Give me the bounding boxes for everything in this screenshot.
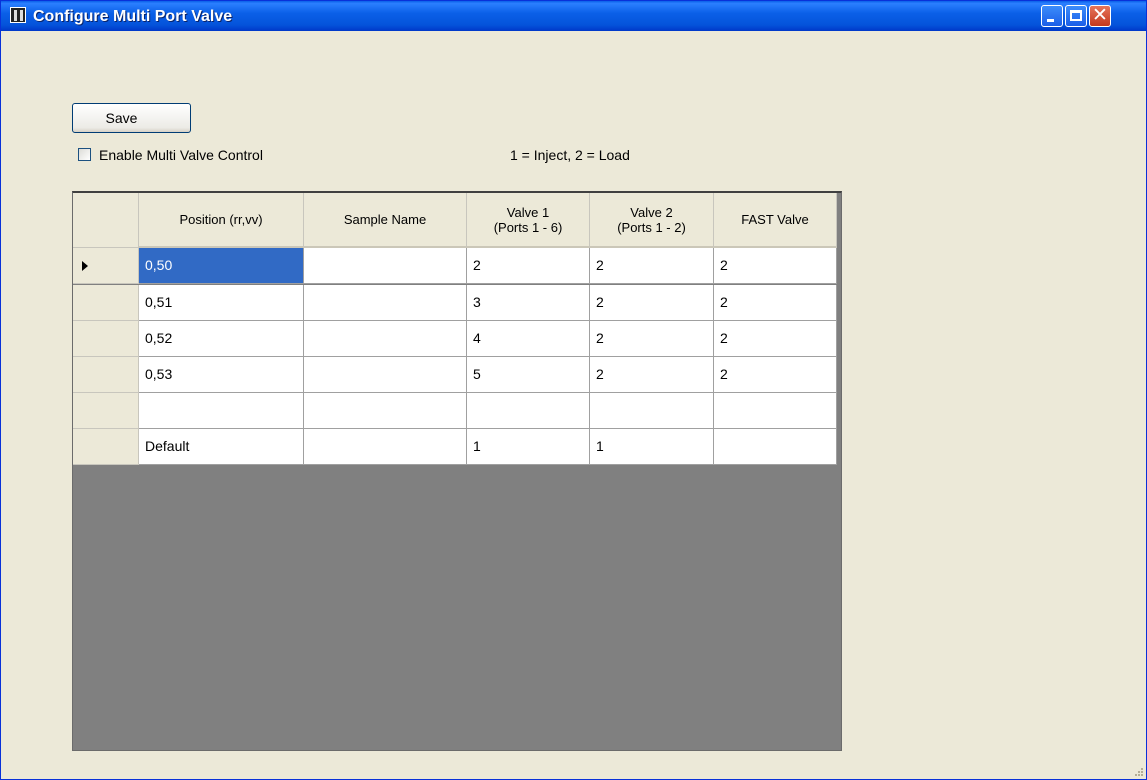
grid-cell-fast-valve[interactable] — [714, 393, 837, 429]
grid-cell-fast-valve[interactable]: 2 — [714, 357, 837, 393]
window-title: Configure Multi Port Valve — [33, 8, 233, 25]
row-header[interactable] — [73, 393, 139, 429]
column-header-label: FAST Valve — [741, 212, 809, 227]
row-header[interactable] — [73, 248, 139, 284]
column-header-label: Valve 1 — [506, 204, 550, 220]
valve-legend: 1 = Inject, 2 = Load — [510, 147, 630, 163]
grid-cell-position[interactable]: 0,50 — [139, 248, 304, 284]
maximize-button[interactable] — [1065, 5, 1087, 27]
row-header[interactable] — [73, 285, 139, 321]
grid-cell-position[interactable]: Default — [139, 429, 304, 465]
grid-cell-fast-valve[interactable] — [714, 429, 837, 465]
grid-cell-valve-1[interactable]: 4 — [467, 321, 590, 357]
grid-cell-sample-name[interactable] — [304, 248, 467, 284]
resize-grip[interactable] — [1133, 766, 1143, 776]
enable-multi-valve-label[interactable]: Enable Multi Valve Control — [99, 147, 263, 163]
column-header-label: Position (rr,vv) — [179, 212, 263, 227]
current-row-arrow-icon — [82, 261, 88, 271]
close-icon: ✕ — [1092, 4, 1108, 26]
row-header[interactable] — [73, 429, 139, 465]
main-window: Configure Multi Port Valve ✕ Save Enable… — [0, 0, 1147, 780]
grid-cell-valve-2[interactable] — [590, 393, 714, 429]
grid-cell-valve-2[interactable]: 2 — [590, 357, 714, 393]
column-header-position[interactable]: Position (rr,vv) — [139, 193, 304, 248]
grid-cell-position[interactable]: 0,53 — [139, 357, 304, 393]
grid-cell-valve-1[interactable]: 5 — [467, 357, 590, 393]
minimize-button[interactable] — [1041, 5, 1063, 27]
grid-cell-valve-1[interactable]: 3 — [467, 285, 590, 321]
grid-cell-valve-2[interactable]: 2 — [590, 321, 714, 357]
grid-cell-valve-1[interactable]: 2 — [467, 248, 590, 284]
column-header-valve-1[interactable]: Valve 1 (Ports 1 - 6) — [467, 193, 590, 248]
row-header[interactable] — [73, 321, 139, 357]
column-header-label: Valve 2 — [630, 204, 673, 220]
column-header-sublabel: (Ports 1 - 2) — [617, 219, 686, 235]
grid-corner-header[interactable] — [73, 193, 139, 248]
column-header-sample-name[interactable]: Sample Name — [304, 193, 467, 248]
grid-cell-sample-name[interactable] — [304, 321, 467, 357]
title-bar[interactable]: Configure Multi Port Valve ✕ — [1, 1, 1146, 31]
grid-cell-position[interactable]: 0,51 — [139, 285, 304, 321]
column-header-valve-2[interactable]: Valve 2 (Ports 1 - 2) — [590, 193, 714, 248]
grid-cell-position[interactable] — [139, 393, 304, 429]
grid-cell-valve-2[interactable]: 2 — [590, 285, 714, 321]
close-button[interactable]: ✕ — [1089, 4, 1111, 27]
grid-cell-sample-name[interactable] — [304, 357, 467, 393]
grid-cell-position[interactable]: 0,52 — [139, 321, 304, 357]
grid-cell-valve-2[interactable]: 1 — [590, 429, 714, 465]
grid-cell-fast-valve[interactable]: 2 — [714, 285, 837, 321]
enable-multi-valve-checkbox[interactable] — [78, 148, 91, 161]
grid-cell-sample-name[interactable] — [304, 393, 467, 429]
grid-cell-valve-2[interactable]: 2 — [590, 248, 714, 284]
grid-cell-valve-1[interactable] — [467, 393, 590, 429]
valve-grid[interactable]: Position (rr,vv) Sample Name Valve 1 (Ports… — [72, 191, 842, 751]
grid-cell-sample-name[interactable] — [304, 429, 467, 465]
grid-cell-sample-name[interactable] — [304, 285, 467, 321]
column-header-label: Sample Name — [343, 212, 427, 227]
grid-cell-fast-valve[interactable]: 2 — [714, 248, 837, 284]
grid-cell-valve-1[interactable]: 1 — [467, 429, 590, 465]
app-icon — [10, 7, 26, 23]
row-header[interactable] — [73, 357, 139, 393]
column-header-fast-valve[interactable]: FAST Valve — [714, 193, 837, 248]
column-header-sublabel: (Ports 1 - 6) — [493, 219, 563, 235]
save-button[interactable]: Save — [72, 103, 191, 133]
grid-cell-fast-valve[interactable]: 2 — [714, 321, 837, 357]
